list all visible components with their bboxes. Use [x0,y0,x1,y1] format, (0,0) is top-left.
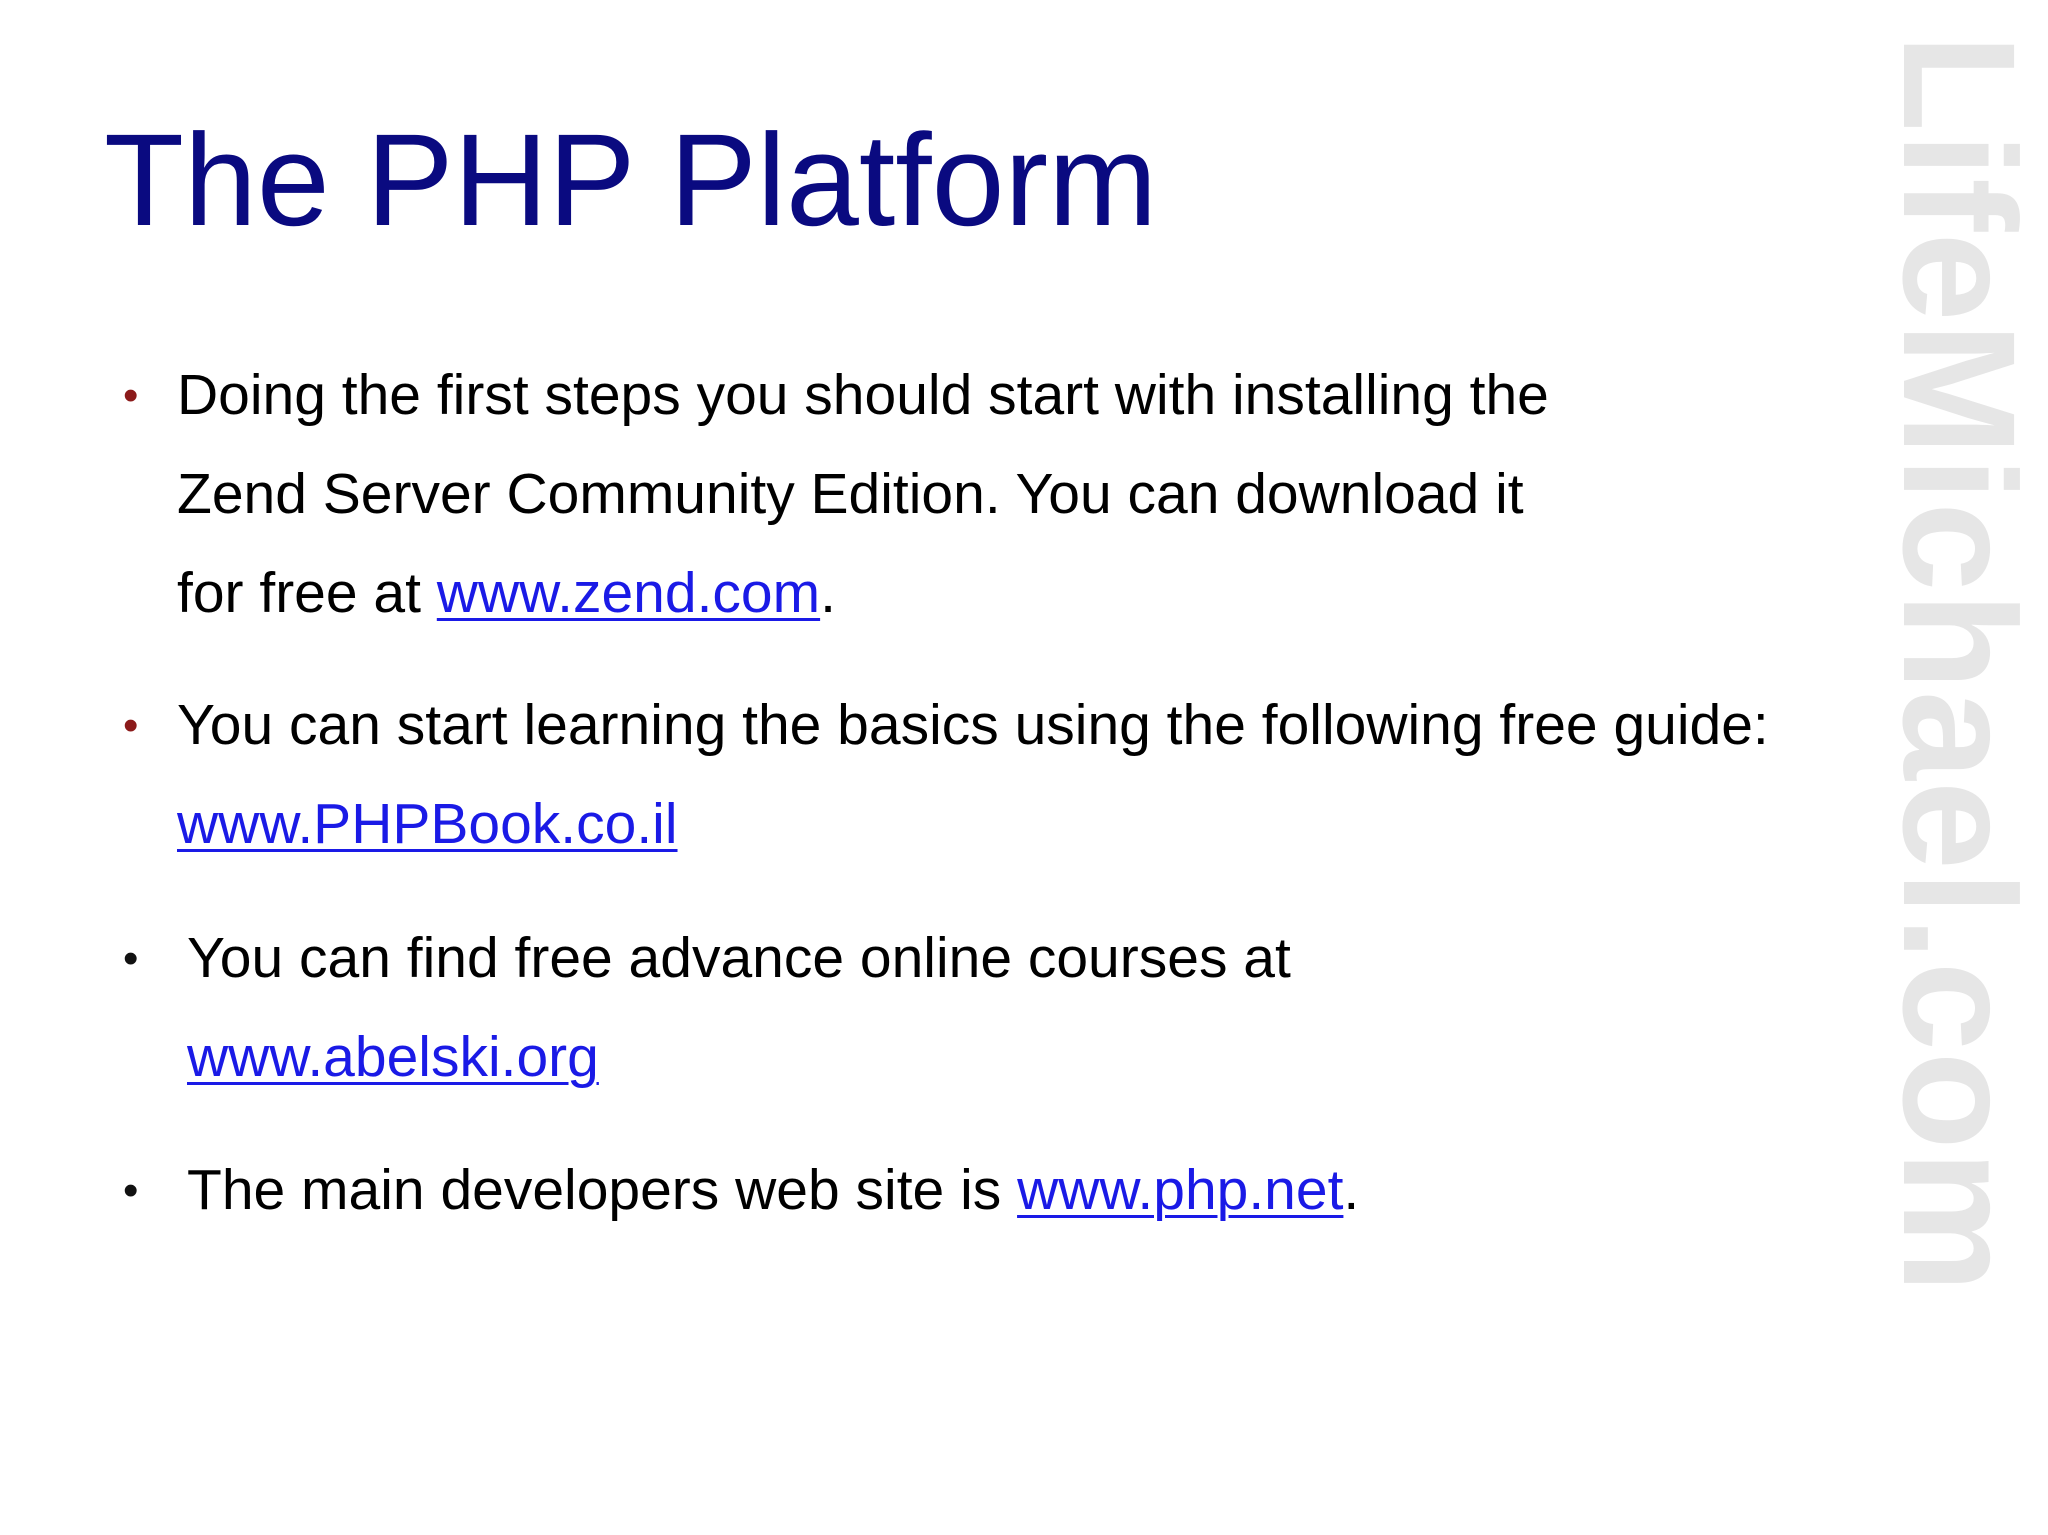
bullet-text: for free at [177,561,437,625]
bullet-text: . [820,561,836,625]
bullet-item-php-net: The main developers web site is www.php.… [187,1141,1359,1240]
bullet-item-phpbook: You can start learning the basics using … [177,676,1769,874]
abelski-link[interactable]: www.abelski.org [187,1025,599,1089]
bullet-text: The main developers web site is [187,1158,1018,1222]
watermark-text: LifeMichael.com [1882,34,2037,1294]
bullet-text-line: The main developers web site is www.php.… [187,1141,1359,1240]
bullet-text-line: Doing the first steps you should start w… [177,363,1549,427]
bullet-marker: • [123,701,139,750]
bullet-text-line: www.PHPBook.co.il [177,775,1769,874]
bullet-text-line: You can find free advance online courses… [187,926,1291,990]
bullet-list: • Doing the first steps you should start… [0,0,2048,1535]
phpbook-link[interactable]: www.PHPBook.co.il [177,792,678,856]
bullet-text-line: for free at www.zend.com. [177,544,1549,643]
watermark: LifeMichael.com [1882,34,2037,1514]
slide: The PHP Platform • Doing the first steps… [0,0,2048,1535]
bullet-text: . [1343,1158,1360,1222]
zend-link[interactable]: www.zend.com [437,561,820,625]
php-net-link[interactable]: www.php.net [1017,1158,1343,1222]
bullet-marker: • [123,934,139,983]
bullet-marker: • [123,1166,139,1215]
bullet-text-line: You can start learning the basics using … [177,693,1769,757]
bullet-text-line: www.abelski.org [187,1008,1291,1107]
bullet-marker: • [123,371,139,420]
bullet-item-abelski: You can find free advance online courses… [187,909,1291,1107]
bullet-text-line: Zend Server Community Edition. You can d… [177,462,1524,526]
bullet-item-zend: Doing the first steps you should start w… [177,346,1549,643]
